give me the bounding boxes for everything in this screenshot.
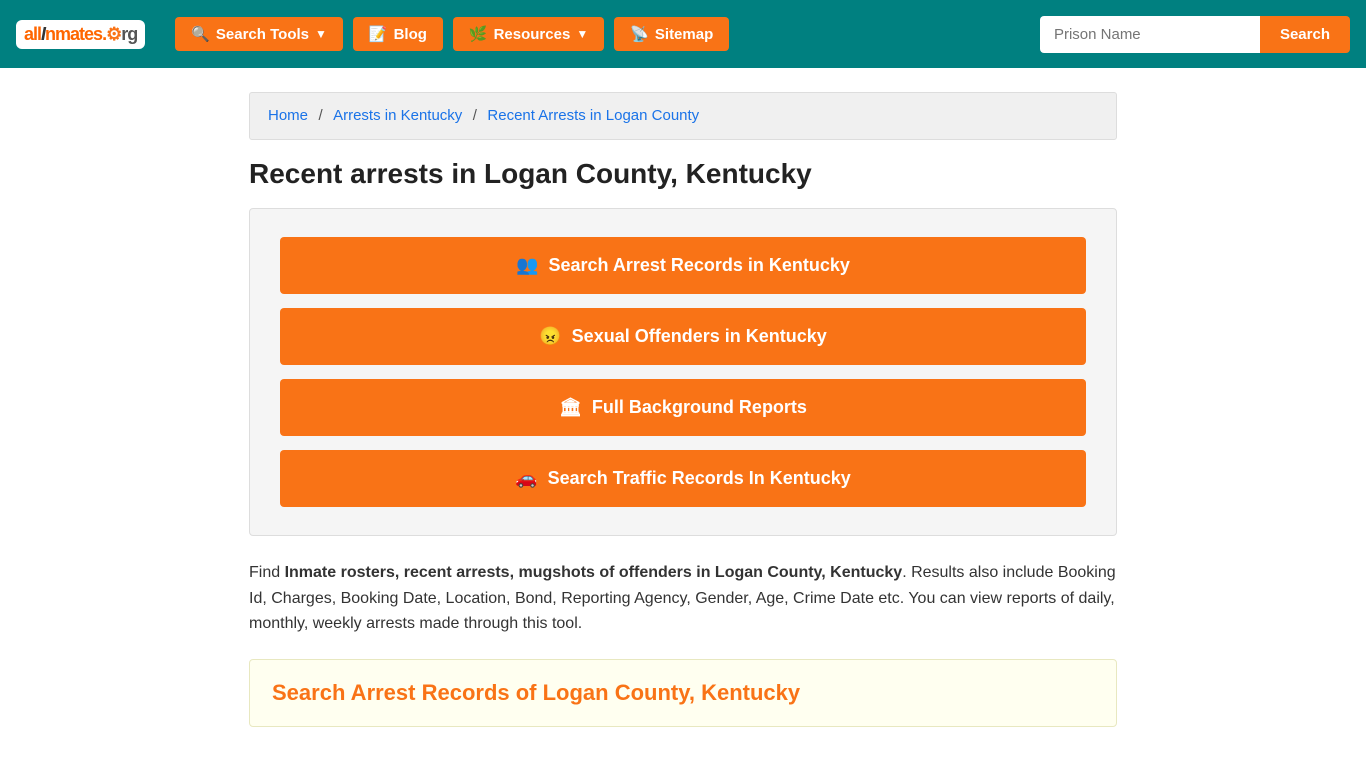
sexual-offenders-button[interactable]: 😠 Sexual Offenders in Kentucky [280,308,1086,365]
chevron-down-icon: ▼ [315,27,327,41]
description-prefix: Find [249,564,285,581]
nav-search-button[interactable]: Search [1260,16,1350,53]
navbar: allInmates.⚙rg 🔍 Search Tools ▼ 📝 Blog 🌿… [0,0,1366,68]
resources-button[interactable]: 🌿 Resources ▼ [453,17,604,51]
chevron-down-icon: ▼ [576,27,588,41]
nav-search-group: Search [1040,16,1350,53]
breadcrumb: Home / Arrests in Kentucky / Recent Arre… [249,92,1117,140]
description-text: Find Inmate rosters, recent arrests, mug… [249,560,1117,637]
breadcrumb-home[interactable]: Home [268,107,308,124]
search-arrest-records-button[interactable]: 👥 Search Arrest Records in Kentucky [280,237,1086,294]
breadcrumb-sep-1: / [318,107,322,124]
sitemap-button[interactable]: 📡 Sitemap [614,17,729,51]
people-icon: 👥 [516,255,538,276]
breadcrumb-arrests-ky[interactable]: Arrests in Kentucky [333,107,462,124]
resources-icon: 🌿 [469,25,488,43]
blog-button[interactable]: 📝 Blog [353,17,443,51]
car-icon: 🚗 [515,468,537,489]
search-arrest-records-section: Search Arrest Records of Logan County, K… [249,659,1117,727]
description-bold: Inmate rosters, recent arrests, mugshots… [285,564,903,581]
breadcrumb-current: Recent Arrests in Logan County [487,107,699,124]
search-tools-button[interactable]: 🔍 Search Tools ▼ [175,17,343,51]
search-traffic-records-button[interactable]: 🚗 Search Traffic Records In Kentucky [280,450,1086,507]
building-icon: 🏛 [559,397,582,418]
full-background-reports-button[interactable]: 🏛 Full Background Reports [280,379,1086,436]
main-content: Home / Arrests in Kentucky / Recent Arre… [233,92,1133,727]
prison-name-input[interactable] [1040,16,1260,53]
page-title: Recent arrests in Logan County, Kentucky [249,158,1117,190]
blog-icon: 📝 [369,25,388,43]
search-tools-icon: 🔍 [191,25,210,43]
action-buttons-card: 👥 Search Arrest Records in Kentucky 😠 Se… [249,208,1117,536]
breadcrumb-sep-2: / [473,107,477,124]
logo[interactable]: allInmates.⚙rg [16,20,145,49]
sitemap-icon: 📡 [630,25,649,43]
offender-icon: 😠 [539,326,561,347]
search-section-title: Search Arrest Records of Logan County, K… [272,680,1094,706]
